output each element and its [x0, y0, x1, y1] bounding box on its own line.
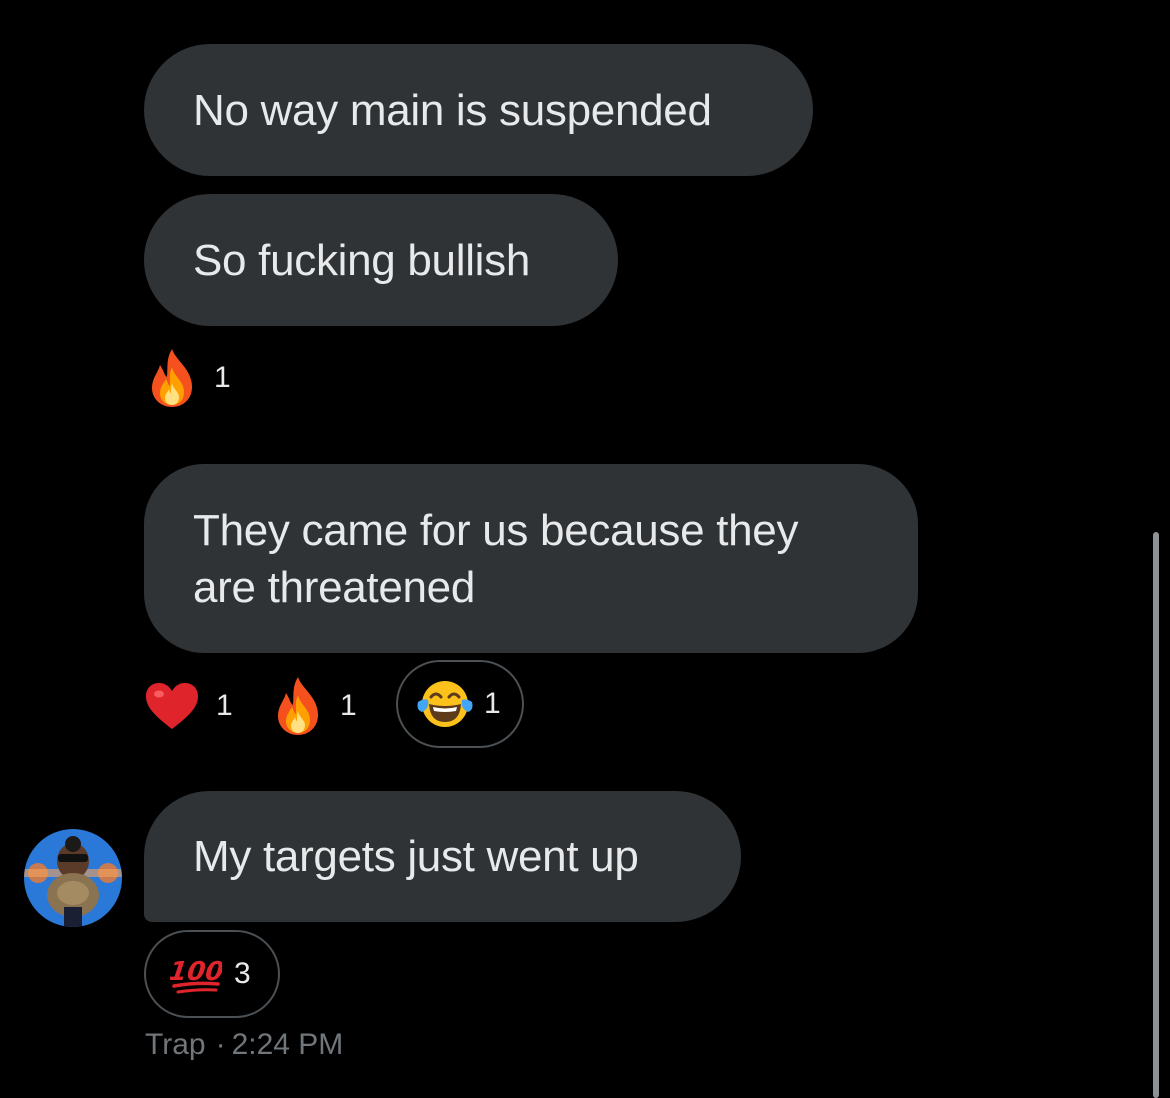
- reaction-fire[interactable]: 1: [146, 346, 231, 410]
- fire-icon: [278, 677, 318, 735]
- reaction-count: 1: [214, 361, 231, 394]
- face-with-tears-of-joy-icon: [417, 681, 473, 727]
- profile-photo: [24, 829, 122, 927]
- reaction-laugh[interactable]: 1: [396, 660, 524, 748]
- red-heart-icon: [146, 683, 198, 729]
- message-text: My targets just went up: [193, 832, 639, 881]
- reaction-count: 3: [234, 957, 251, 990]
- separator: ·: [215, 1028, 226, 1061]
- reaction-count: 1: [484, 687, 501, 720]
- message-bubble[interactable]: My targets just went up: [144, 791, 741, 922]
- message-text: So fucking bullish: [193, 235, 531, 285]
- sender-name: Trap: [145, 1028, 206, 1061]
- reaction-fire[interactable]: 1: [272, 674, 357, 738]
- message-text: No way main is suspended: [193, 85, 712, 135]
- hundred-points-icon: 100: [170, 957, 222, 994]
- message-meta: Trap · 2:24 PM: [145, 1028, 343, 1062]
- avatar[interactable]: [24, 829, 122, 927]
- message-bubble[interactable]: They came for us because they are threat…: [144, 464, 918, 653]
- reaction-count: 1: [216, 689, 233, 722]
- message-bubble[interactable]: No way main is suspended: [144, 44, 813, 176]
- reaction-heart[interactable]: 1: [144, 674, 233, 738]
- reaction-count: 1: [340, 689, 357, 722]
- fire-icon: [152, 349, 192, 407]
- reaction-hundred[interactable]: 100 3: [144, 930, 280, 1018]
- timestamp: 2:24 PM: [231, 1028, 344, 1061]
- message-text: They came for us because they are threat…: [193, 505, 799, 612]
- scrollbar[interactable]: [1153, 532, 1159, 1098]
- message-bubble[interactable]: So fucking bullish: [144, 194, 618, 326]
